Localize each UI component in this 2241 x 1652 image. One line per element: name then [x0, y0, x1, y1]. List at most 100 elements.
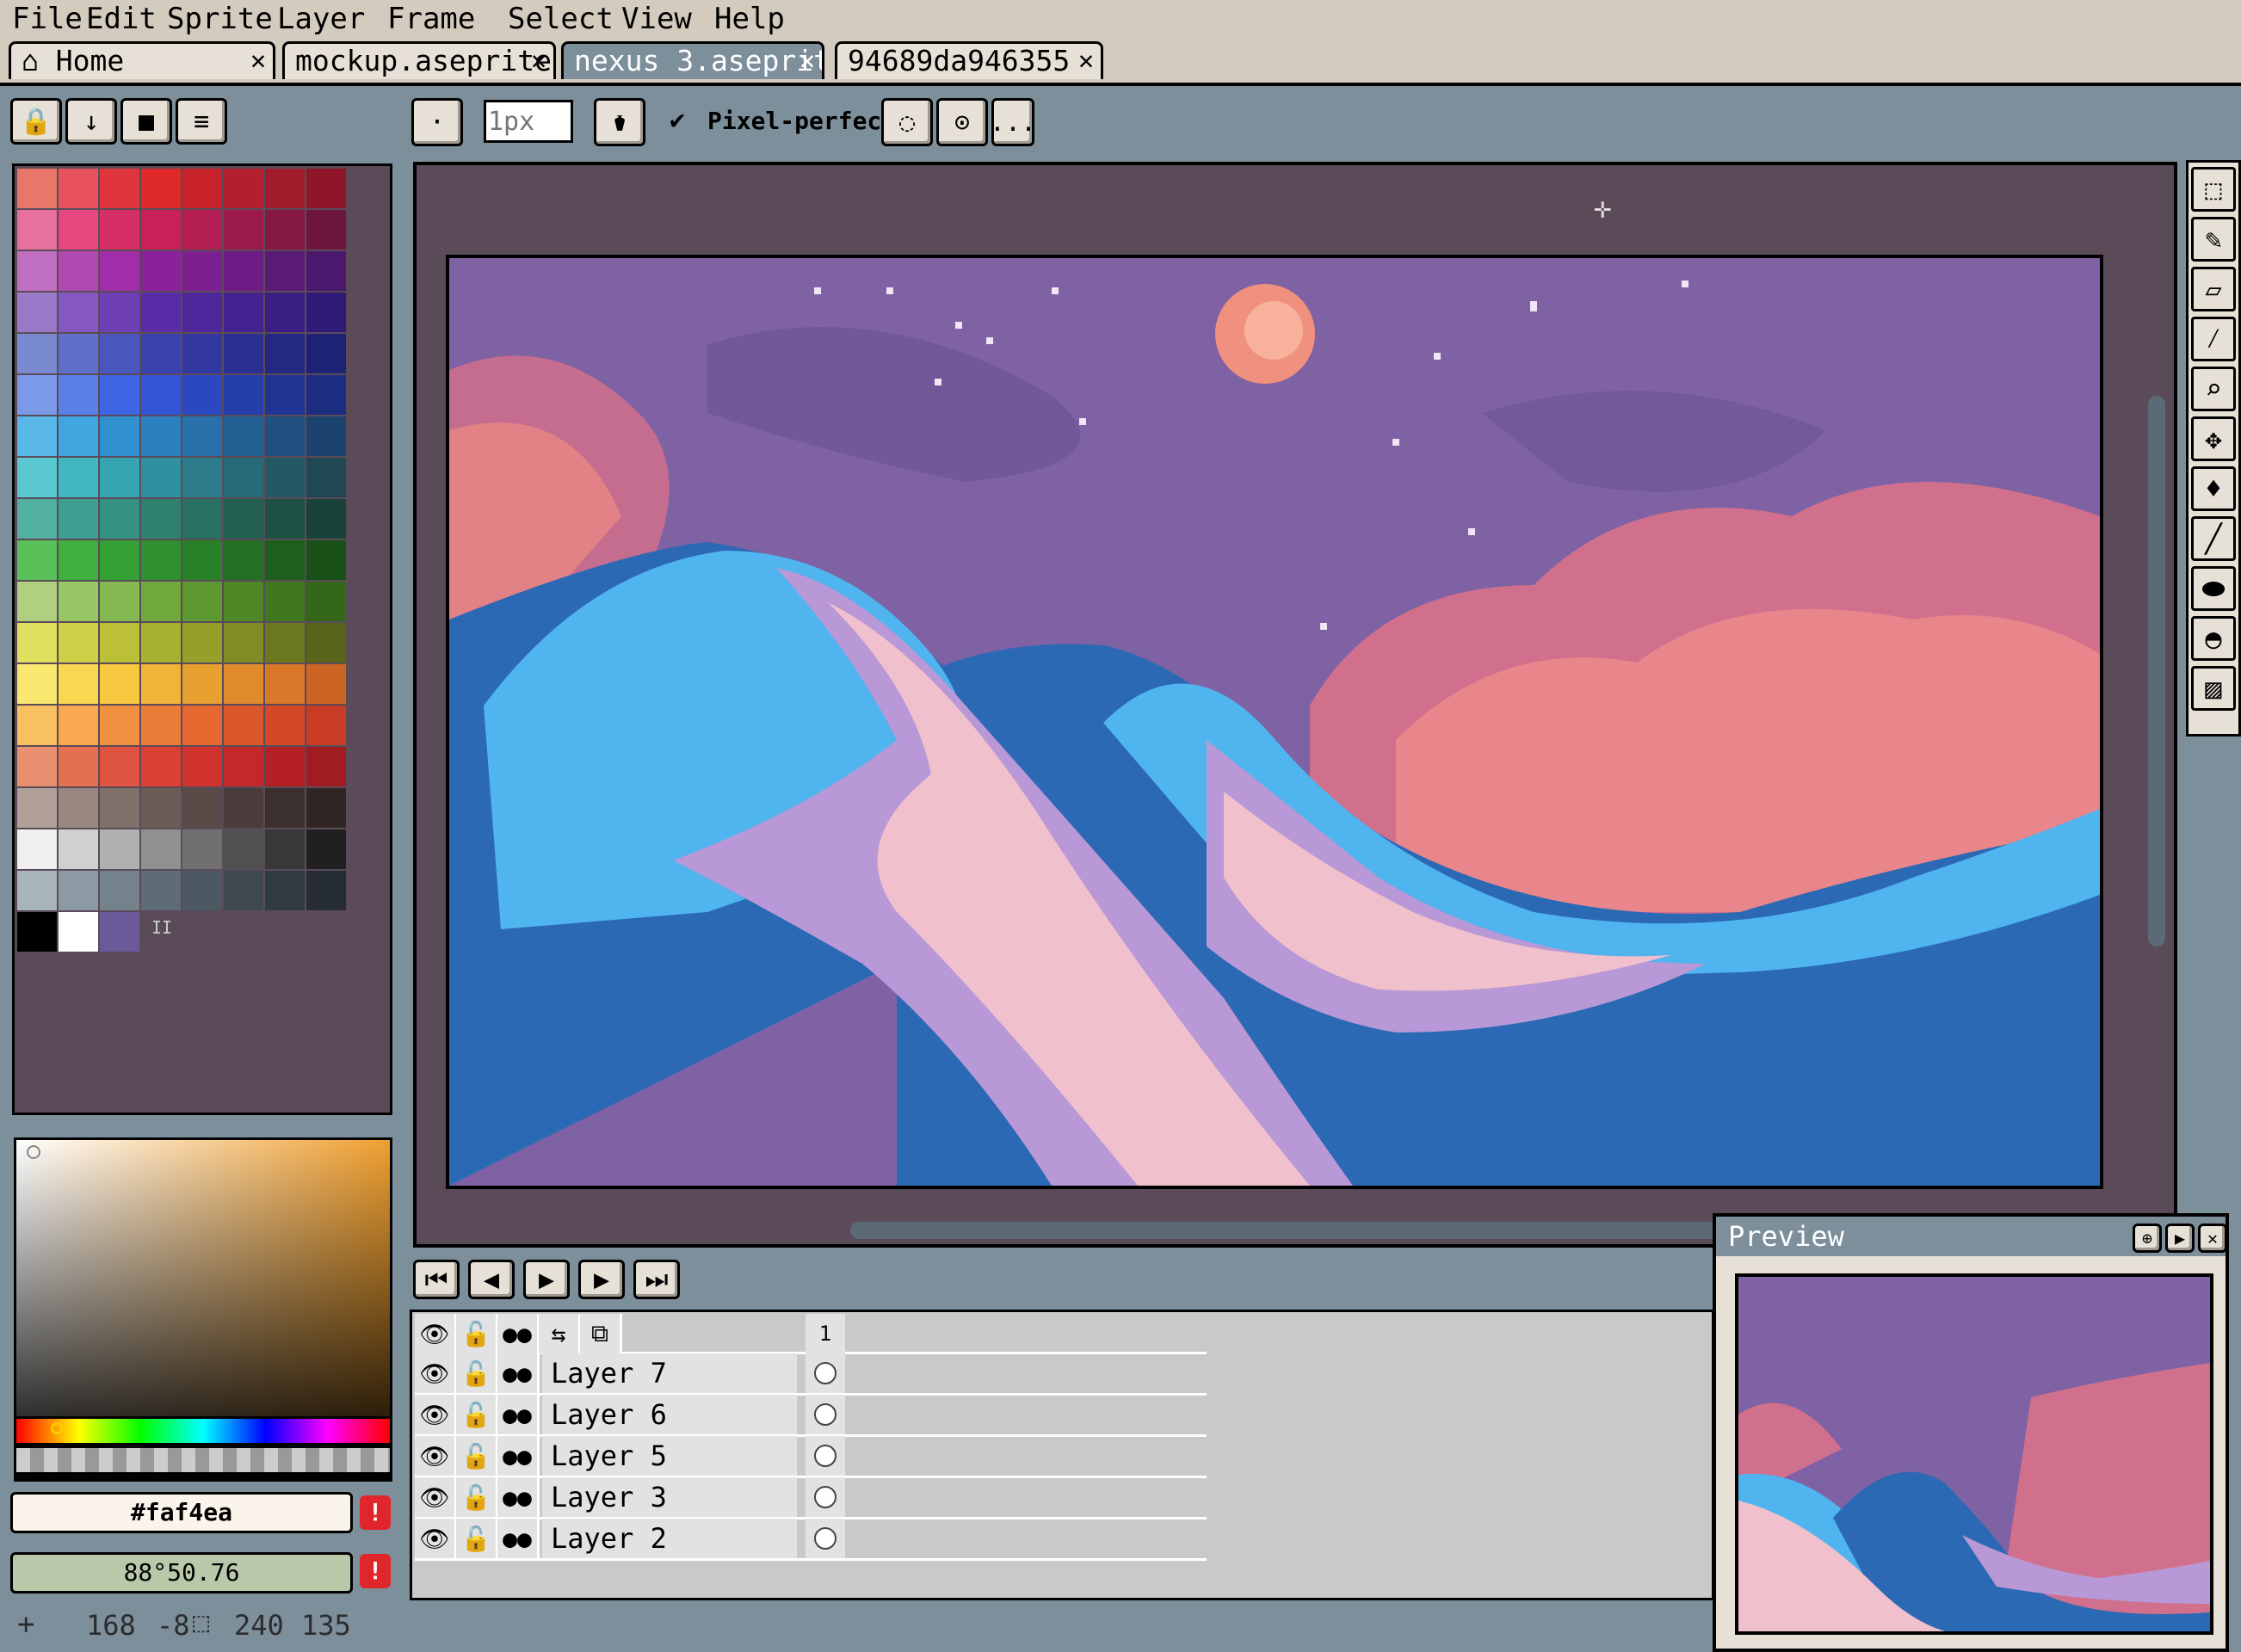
- palette-resize-marker[interactable]: II: [151, 917, 172, 938]
- palette-swatch[interactable]: [182, 788, 222, 828]
- layer-name[interactable]: Layer 6: [542, 1395, 797, 1434]
- palette-swatch[interactable]: [265, 871, 305, 910]
- palette-swatch[interactable]: [182, 293, 222, 332]
- palette-swatch[interactable]: [100, 499, 139, 539]
- palette-swatch[interactable]: [59, 664, 98, 704]
- tab-nexus[interactable]: nexus 3.aseprite ✕: [561, 41, 824, 79]
- cel[interactable]: [806, 1519, 845, 1558]
- palette-swatch[interactable]: [306, 293, 346, 332]
- palette-swatch[interactable]: [306, 499, 346, 539]
- eyedropper-tool[interactable]: ⁄: [2191, 317, 2236, 361]
- symmetry-button[interactable]: ◌: [881, 98, 933, 146]
- palette-swatch[interactable]: [17, 706, 57, 745]
- palette-swatch[interactable]: [100, 623, 139, 663]
- palette-swatch[interactable]: [306, 582, 346, 621]
- close-icon[interactable]: ✕: [531, 44, 546, 78]
- palette-swatch[interactable]: [59, 829, 98, 869]
- palette-menu-button[interactable]: ≡: [176, 98, 227, 145]
- palette-swatch[interactable]: [306, 251, 346, 291]
- palette-swatch[interactable]: [224, 210, 263, 250]
- palette-swatch[interactable]: [224, 251, 263, 291]
- line-tool[interactable]: ╱: [2191, 516, 2236, 561]
- palette-swatch[interactable]: [100, 251, 139, 291]
- layer-row[interactable]: 👁 🔓 ●● Layer 3: [415, 1477, 1207, 1519]
- palette-swatch[interactable]: [141, 540, 181, 580]
- palette-swatch[interactable]: [306, 416, 346, 456]
- palette-swatch[interactable]: [182, 747, 222, 786]
- palette-swatch[interactable]: [17, 499, 57, 539]
- menu-view[interactable]: View: [621, 2, 692, 36]
- previous-frame-button[interactable]: ◀: [468, 1260, 515, 1299]
- tab-mockup[interactable]: mockup.aseprite ✕: [282, 41, 556, 79]
- palette-swatch[interactable]: [224, 747, 263, 786]
- palette-swatch[interactable]: [224, 334, 263, 373]
- menu-file[interactable]: File: [12, 2, 83, 36]
- palette-swatch[interactable]: [17, 169, 57, 208]
- palette-swatch[interactable]: [100, 293, 139, 332]
- palette-swatch[interactable]: [59, 458, 98, 497]
- continuous-icon[interactable]: ●●: [497, 1519, 540, 1558]
- vertical-scrollbar[interactable]: [2148, 396, 2165, 946]
- palette-swatch[interactable]: [182, 829, 222, 869]
- palette-swatch[interactable]: [17, 375, 57, 415]
- cel[interactable]: [806, 1395, 845, 1434]
- palette-swatch[interactable]: [59, 334, 98, 373]
- palette-swatch[interactable]: [224, 169, 263, 208]
- palette-swatch[interactable]: [59, 293, 98, 332]
- palette-swatch[interactable]: [182, 251, 222, 291]
- palette-swatch[interactable]: [224, 375, 263, 415]
- palette-swatch[interactable]: [224, 499, 263, 539]
- preview-play-button[interactable]: ▶: [2165, 1224, 2195, 1253]
- palette-swatch[interactable]: [17, 871, 57, 910]
- palette-swatch[interactable]: [141, 458, 181, 497]
- palette-swatch[interactable]: [17, 829, 57, 869]
- palette-swatch[interactable]: [306, 458, 346, 497]
- palette-swatch[interactable]: [100, 416, 139, 456]
- close-icon[interactable]: ✕: [1078, 44, 1094, 78]
- palette-swatch[interactable]: [17, 458, 57, 497]
- palette-swatch[interactable]: [141, 788, 181, 828]
- palette-swatch[interactable]: [17, 623, 57, 663]
- palette-swatch[interactable]: [182, 871, 222, 910]
- palette-swatch[interactable]: [182, 334, 222, 373]
- palette-swatch[interactable]: [100, 334, 139, 373]
- palette-swatch[interactable]: [224, 582, 263, 621]
- palette-swatch[interactable]: [182, 499, 222, 539]
- palette-swatch[interactable]: [59, 210, 98, 250]
- palette-swatch[interactable]: [141, 829, 181, 869]
- continuous-icon[interactable]: ●●: [497, 1314, 540, 1353]
- palette-swatch[interactable]: [224, 416, 263, 456]
- palette-swatch[interactable]: [306, 829, 346, 869]
- palette-swatch[interactable]: [141, 664, 181, 704]
- palette-swatch[interactable]: [17, 582, 57, 621]
- palette-swatch[interactable]: [265, 293, 305, 332]
- play-button[interactable]: ▶: [523, 1260, 570, 1299]
- palette-swatch[interactable]: [100, 582, 139, 621]
- palette-swatch[interactable]: [182, 416, 222, 456]
- palette-swatch[interactable]: [265, 334, 305, 373]
- more-options-button[interactable]: ...: [990, 98, 1036, 146]
- pixel-perfect-checkbox[interactable]: ✔: [670, 105, 685, 135]
- palette-swatch[interactable]: [306, 210, 346, 250]
- preview-center-button[interactable]: ⊕: [2133, 1224, 2162, 1253]
- menu-help[interactable]: Help: [714, 2, 785, 36]
- padlock-icon[interactable]: 🔓: [456, 1477, 498, 1517]
- palette-swatch[interactable]: [182, 664, 222, 704]
- frame-number[interactable]: 1: [806, 1314, 845, 1353]
- palette-swatch[interactable]: [224, 706, 263, 745]
- layer-name[interactable]: Layer 3: [542, 1477, 797, 1517]
- palette-swatch[interactable]: [141, 499, 181, 539]
- blur-tool[interactable]: ▨: [2191, 666, 2236, 711]
- preview-canvas[interactable]: [1735, 1273, 2213, 1635]
- palette-swatch[interactable]: [59, 169, 98, 208]
- eye-icon[interactable]: 👁: [415, 1477, 457, 1517]
- last-frame-button[interactable]: ⏭: [633, 1260, 680, 1299]
- palette-swatch[interactable]: [141, 582, 181, 621]
- palette-sort-button[interactable]: ■: [120, 98, 172, 145]
- marquee-tool[interactable]: ⬚: [2191, 167, 2236, 212]
- padlock-icon[interactable]: 🔓: [456, 1519, 498, 1558]
- eye-icon[interactable]: 👁: [415, 1395, 457, 1434]
- menu-edit[interactable]: Edit: [86, 2, 157, 36]
- palette-swatch[interactable]: [182, 375, 222, 415]
- palette-swatch[interactable]: [100, 706, 139, 745]
